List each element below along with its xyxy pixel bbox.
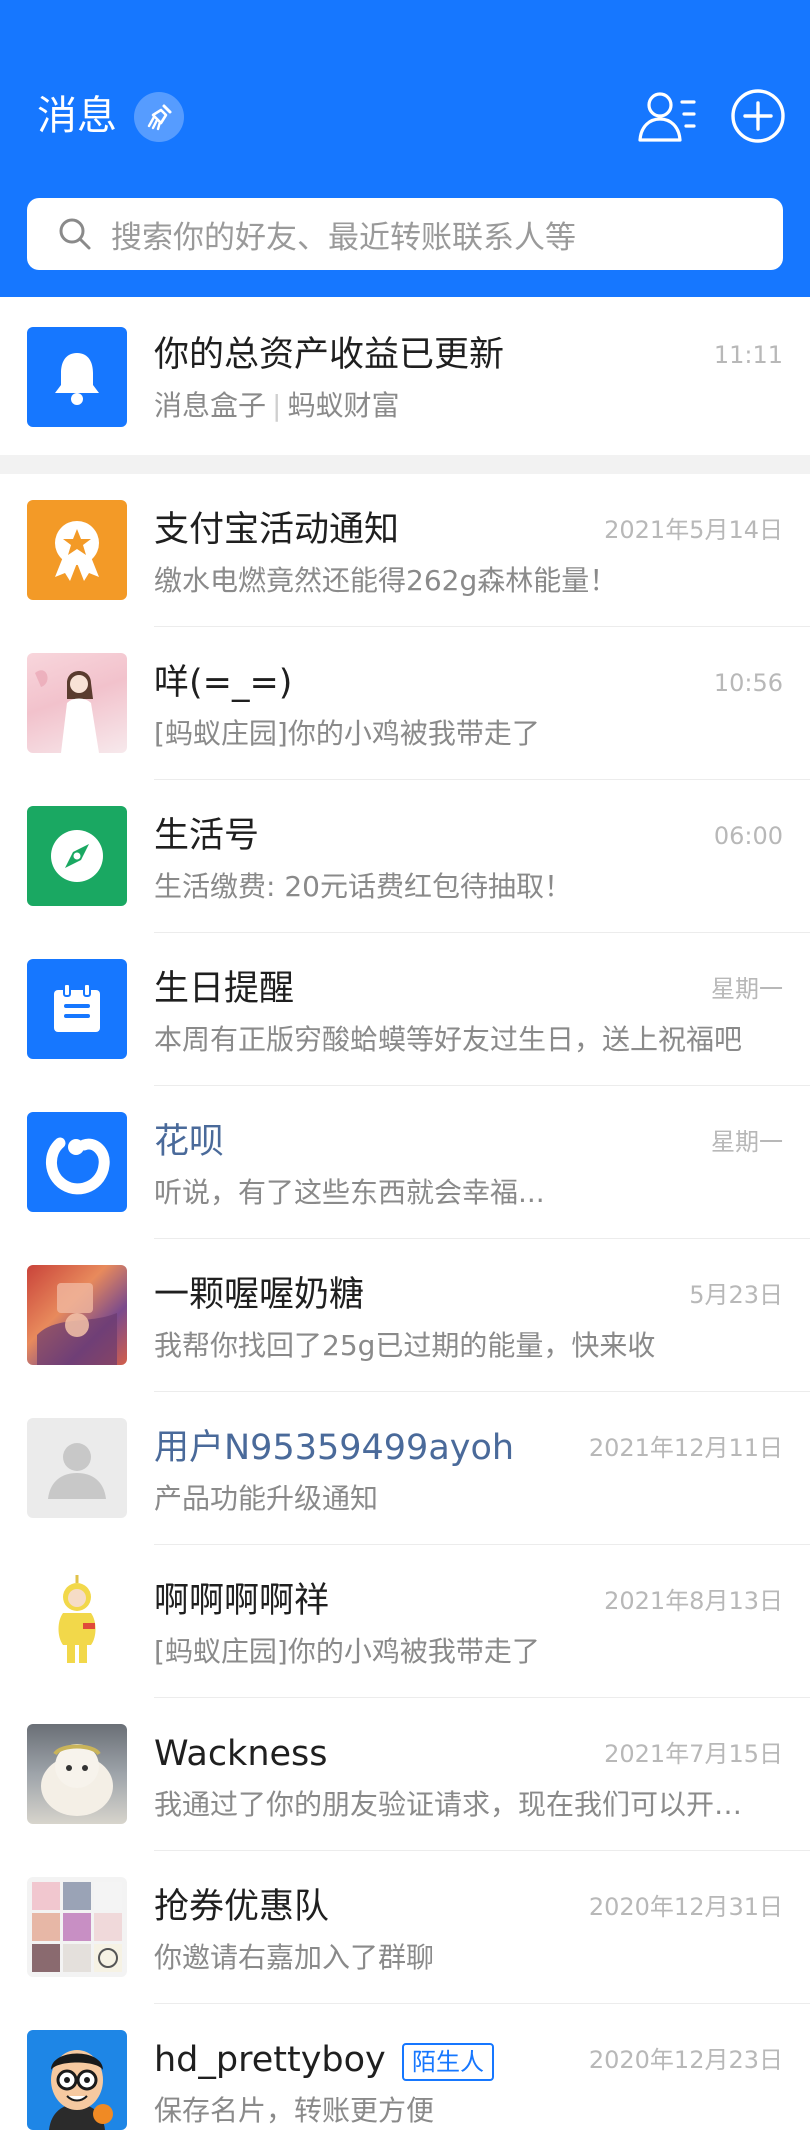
user-avatar [27, 1571, 127, 1671]
list-item[interactable]: 生日提醒 星期一 本周有正版穷酸蛤蟆等好友过生日，送上祝福吧 [0, 933, 810, 1086]
bell-icon [27, 327, 127, 427]
item-time: 06:00 [713, 822, 783, 850]
pinned-source-label: 消息盒子 [154, 389, 267, 422]
section-separator [0, 455, 810, 474]
list-item[interactable]: 啊啊啊啊祥 2021年8月13日 [蚂蚁庄园]你的小鸡被我带走了 [0, 1545, 810, 1698]
header-bar: 消息 搜索你的好友、最近转账联系人等 [0, 0, 810, 297]
search-placeholder: 搜索你的好友、最近转账联系人等 [111, 219, 576, 256]
list-item[interactable]: 花呗 星期一 听说，有了这些东西就会幸福... [0, 1086, 810, 1239]
item-name: hd_prettyboy [154, 2040, 386, 2080]
item-preview: [蚂蚁庄园]你的小鸡被我带走了 [154, 717, 540, 750]
cartoon-avatar [27, 2030, 127, 2130]
message-list: 支付宝活动通知 2021年5月14日 缴水电燃竟然还能得262g森林能量！ 咩(… [0, 474, 810, 2155]
item-time: 2020年12月31日 [588, 1893, 783, 1921]
item-time: 2021年7月15日 [604, 1740, 783, 1768]
item-preview: 保存名片，转账更方便 [154, 2094, 435, 2127]
item-name: 花呗 [154, 1122, 225, 1162]
list-item[interactable]: Wackness 2021年7月15日 我通过了你的朋友验证请求，现在我们可以开… [0, 1698, 810, 1851]
calendar-icon [27, 959, 127, 1059]
item-time: 10:56 [713, 669, 783, 697]
broom-icon [147, 104, 172, 131]
item-name: 一颗喔喔奶糖 [154, 1275, 365, 1315]
search-icon [59, 218, 91, 250]
item-name: 用户N95359499ayoh [154, 1428, 515, 1468]
list-item[interactable]: 支付宝活动通知 2021年5月14日 缴水电燃竟然还能得262g森林能量！ [0, 474, 810, 627]
user-avatar [27, 653, 127, 753]
item-preview: 我帮你找回了25g已过期的能量，快来收 [154, 1329, 656, 1362]
item-preview: [蚂蚁庄园]你的小鸡被我带走了 [154, 1635, 540, 1668]
huabei-icon [27, 1112, 127, 1212]
item-time: 5月23日 [689, 1281, 783, 1309]
clear-unread-button[interactable] [134, 92, 184, 142]
separator-pipe: | [272, 389, 282, 422]
group-avatar [27, 1877, 127, 1977]
user-avatar [27, 1724, 127, 1824]
item-time: 星期一 [711, 1128, 783, 1156]
item-name: 生日提醒 [154, 969, 295, 1009]
default-avatar-icon [27, 1418, 127, 1518]
list-item[interactable]: 生活号 06:00 生活缴费: 20元话费红包待抽取！ [0, 780, 810, 933]
contacts-icon[interactable] [636, 88, 698, 146]
list-item[interactable]: 用户N95359499ayoh 2021年12月11日 产品功能升级通知 [0, 1392, 810, 1545]
pinned-title: 你的总资产收益已更新 [154, 335, 505, 375]
pinned-source2-label: 蚂蚁财富 [287, 389, 400, 422]
item-name: 支付宝活动通知 [154, 510, 400, 550]
item-name: 抢券优惠队 [154, 1887, 330, 1927]
pinned-message-item[interactable]: 你的总资产收益已更新 11:11 消息盒子 | 蚂蚁财富 [0, 297, 810, 455]
item-time: 2021年8月13日 [604, 1587, 783, 1615]
item-preview: 本周有正版穷酸蛤蟆等好友过生日，送上祝福吧 [154, 1023, 743, 1056]
item-preview: 听说，有了这些东西就会幸福... [154, 1176, 545, 1209]
item-name: Wackness [154, 1734, 328, 1774]
list-item[interactable]: 抢券优惠队 2020年12月31日 你邀请右嘉加入了群聊 [0, 1851, 810, 2004]
search-input[interactable]: 搜索你的好友、最近转账联系人等 [27, 198, 783, 270]
page-title: 消息 [37, 93, 117, 139]
item-name: 啊啊啊啊祥 [154, 1581, 330, 1621]
list-item[interactable]: hd_prettyboy 陌生人 2020年12月23日 保存名片，转账更方便 [0, 2004, 810, 2155]
item-time: 星期一 [711, 975, 783, 1003]
medal-icon [27, 500, 127, 600]
user-avatar [27, 1265, 127, 1365]
list-item[interactable]: 一颗喔喔奶糖 5月23日 我帮你找回了25g已过期的能量，快来收 [0, 1239, 810, 1392]
compass-icon [27, 806, 127, 906]
add-icon[interactable] [730, 88, 786, 144]
item-time: 2020年12月23日 [588, 2046, 783, 2074]
stranger-badge: 陌生人 [402, 2043, 494, 2081]
item-preview: 我通过了你的朋友验证请求，现在我们可以开始聊天了 [154, 1788, 744, 1821]
item-time: 2021年12月11日 [588, 1434, 783, 1462]
item-preview: 缴水电燃竟然还能得262g森林能量！ [154, 564, 618, 597]
item-preview: 你邀请右嘉加入了群聊 [154, 1941, 435, 1974]
item-preview: 产品功能升级通知 [154, 1482, 379, 1515]
pinned-source: 消息盒子 | 蚂蚁财富 [154, 387, 399, 425]
item-name: 咩(=_=) [154, 663, 293, 703]
pinned-time: 11:11 [713, 341, 783, 369]
item-name: 生活号 [154, 816, 260, 856]
list-item[interactable]: 咩(=_=) 10:56 [蚂蚁庄园]你的小鸡被我带走了 [0, 627, 810, 780]
item-preview: 生活缴费: 20元话费红包待抽取！ [154, 870, 572, 903]
item-time: 2021年5月14日 [604, 516, 783, 544]
